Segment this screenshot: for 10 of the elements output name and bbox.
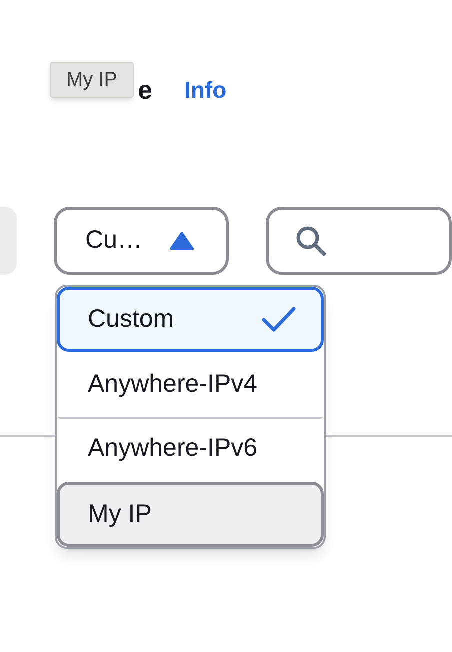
dropdown-option[interactable]: Custom [57, 287, 324, 352]
tooltip: My IP [50, 62, 134, 98]
checkmark-icon [261, 306, 297, 334]
dropdown-option[interactable]: Anywhere-IPv4 [57, 352, 324, 417]
dropdown-option[interactable]: My IP [57, 482, 324, 547]
search-field[interactable] [266, 207, 452, 275]
filter-dropdown[interactable]: Cu… [54, 207, 229, 275]
heading: e [138, 74, 152, 107]
info-link[interactable]: Info [184, 71, 227, 109]
search-icon [294, 225, 327, 257]
